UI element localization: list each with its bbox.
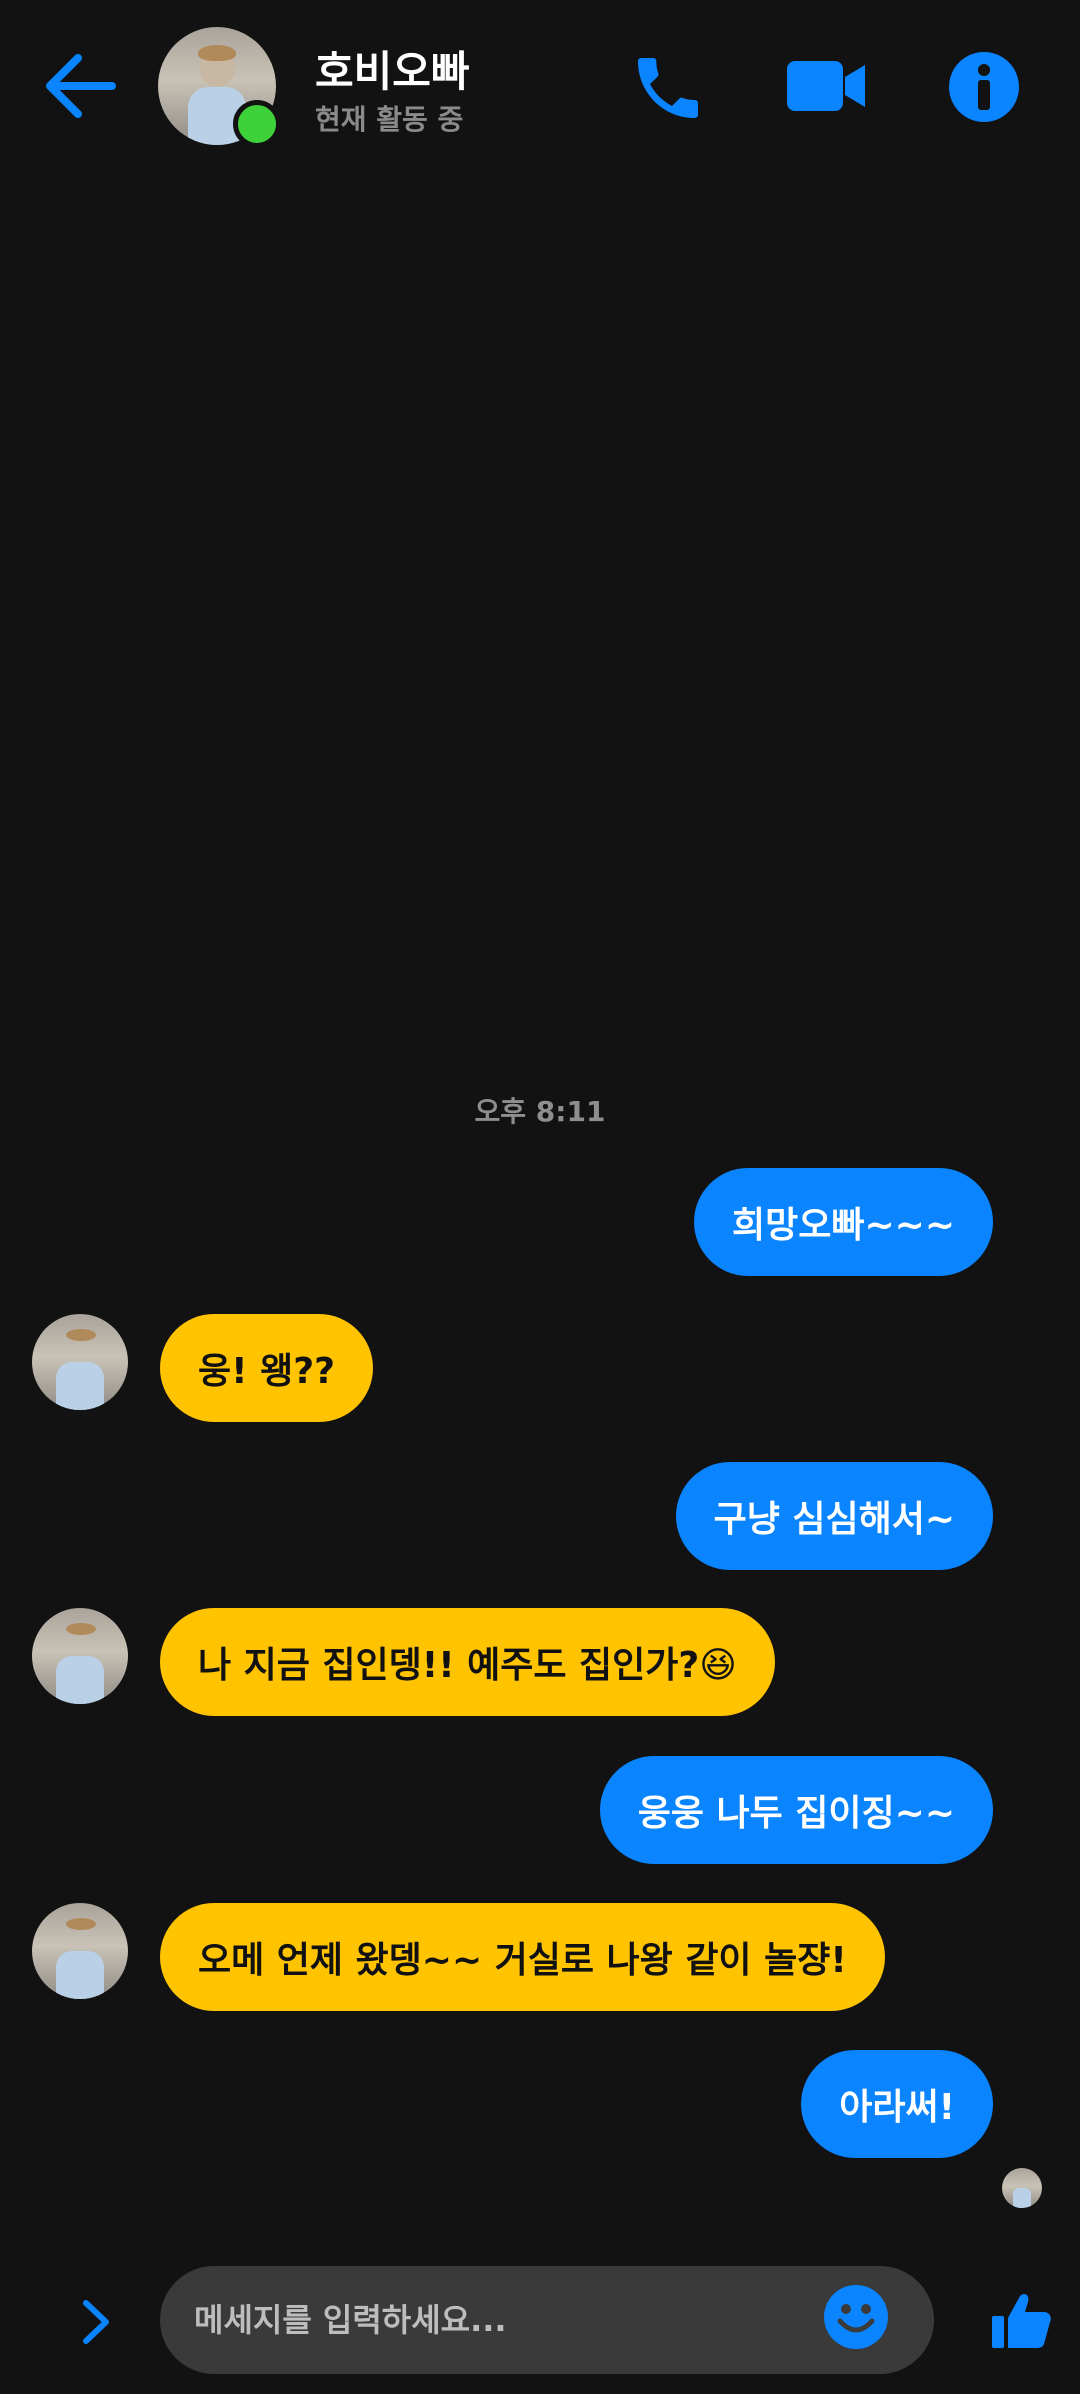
sent-message[interactable]: 아라써! bbox=[801, 2050, 993, 2158]
message-timestamp: 오후 8:11 bbox=[474, 1095, 606, 1128]
read-receipt-avatar bbox=[1002, 2168, 1042, 2208]
smiley-icon bbox=[824, 2285, 888, 2349]
info-icon bbox=[949, 52, 1019, 122]
emoji-button[interactable] bbox=[824, 2285, 888, 2349]
voice-call-button[interactable] bbox=[628, 48, 708, 128]
like-button[interactable] bbox=[990, 2288, 1054, 2352]
info-button[interactable] bbox=[948, 51, 1020, 123]
chat-header: 호비오빠 현재 활동 중 bbox=[0, 0, 1080, 180]
message-input[interactable] bbox=[192, 2300, 796, 2340]
expand-actions-button[interactable] bbox=[70, 2297, 120, 2347]
thumbs-up-icon bbox=[992, 2294, 1051, 2348]
phone-icon bbox=[638, 58, 698, 118]
sent-message[interactable]: 웅웅 나두 집이징~~ bbox=[599, 1756, 993, 1864]
message-input-container bbox=[160, 2266, 934, 2374]
sent-message[interactable]: 구냥 심심해서~ bbox=[675, 1462, 993, 1570]
arrow-left-icon bbox=[46, 54, 116, 118]
back-button[interactable] bbox=[40, 50, 120, 122]
received-message[interactable]: 웅! 왱?? bbox=[160, 1314, 373, 1422]
video-camera-icon bbox=[787, 61, 865, 111]
video-call-button[interactable] bbox=[785, 55, 867, 117]
contact-name[interactable]: 호비오빠 bbox=[315, 38, 470, 99]
received-message[interactable]: 나 지금 집인뎅!! 예주도 집인가?😆 bbox=[160, 1608, 775, 1716]
chevron-right-icon bbox=[83, 2300, 109, 2344]
contact-avatar-small[interactable] bbox=[32, 1608, 128, 1704]
activity-status: 현재 활동 중 bbox=[315, 103, 464, 136]
received-message[interactable]: 오메 언제 왔뎅~~ 거실로 나왕 같이 놀쟝! bbox=[160, 1903, 885, 2011]
sent-message[interactable]: 희망오빠~~~ bbox=[694, 1168, 993, 1276]
message-composer bbox=[0, 2250, 1080, 2394]
contact-avatar-small[interactable] bbox=[32, 1314, 128, 1410]
contact-avatar-small[interactable] bbox=[32, 1903, 128, 1999]
online-indicator bbox=[233, 100, 281, 148]
